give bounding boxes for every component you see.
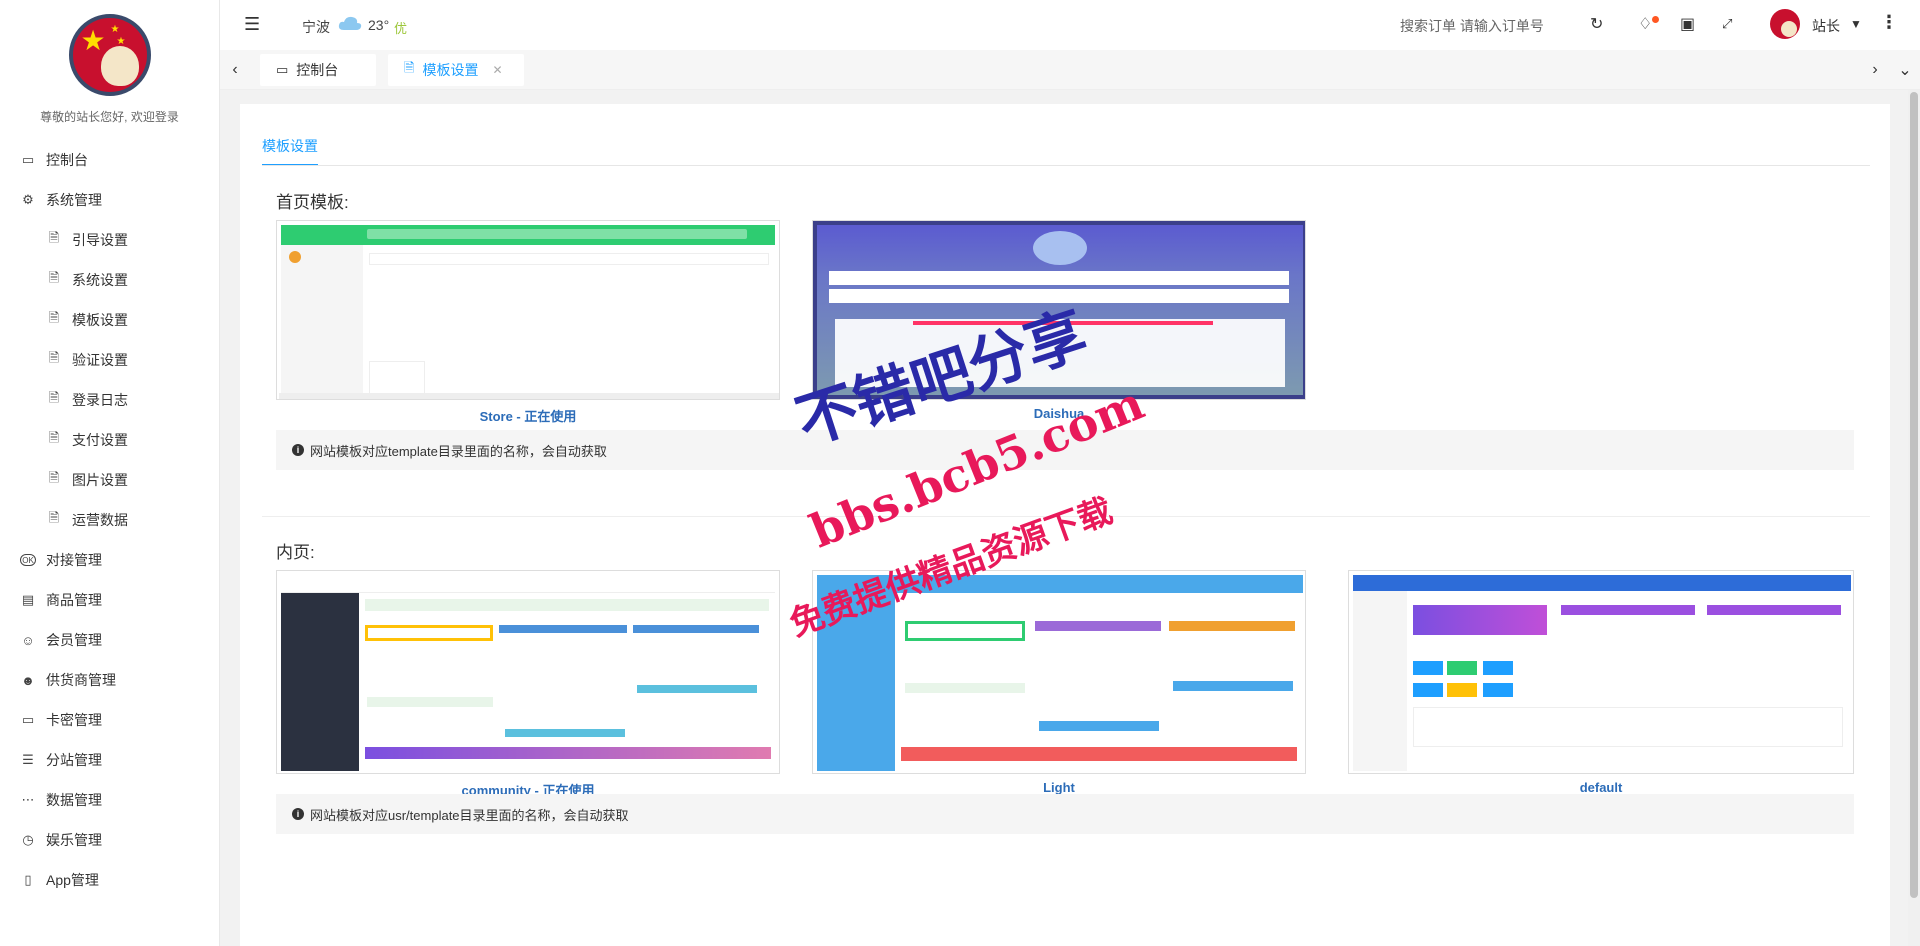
sidebar-item-template-settings[interactable]: 🗎 模板设置	[0, 300, 219, 340]
info-icon: i	[292, 444, 304, 456]
user-icon: ☺	[21, 632, 35, 648]
file-icon: 🗎	[404, 60, 415, 75]
template-label-default: default	[1579, 780, 1623, 795]
weather-city: 宁波	[302, 19, 330, 35]
sidebar-item-login-log[interactable]: 🗎 登录日志	[0, 380, 219, 420]
sidebar-item-cards[interactable]: ▭ 卡密管理	[0, 700, 219, 740]
sidebar-item-members[interactable]: ☺ 会员管理	[0, 620, 219, 660]
menu-fold-icon[interactable]: ☰	[244, 14, 260, 35]
sidebar-item-app[interactable]: ▯ App管理	[0, 860, 219, 900]
monitor-icon: ▭	[276, 62, 289, 77]
dots-icon: ⋯	[21, 792, 35, 807]
template-thumb-store[interactable]	[276, 220, 780, 400]
tab-console[interactable]: ▭ 控制台	[260, 54, 376, 86]
sidebar-item-suppliers[interactable]: ☻ 供货商管理	[0, 660, 219, 700]
sidebar-item-image-settings[interactable]: 🗎 图片设置	[0, 460, 219, 500]
tabs-prev-icon[interactable]: ‹	[220, 50, 250, 90]
file-icon: 🗎	[48, 310, 60, 325]
list-icon: ☰	[22, 752, 34, 767]
content-panel: 模板设置 首页模板: Store - 正在使用 Daishua i 网站模板对应…	[240, 104, 1890, 946]
cloud-icon	[338, 16, 362, 30]
admin-avatar[interactable]: ★ ★ ★	[68, 14, 151, 96]
file-icon: 🗎	[48, 350, 60, 365]
file-icon: 🗎	[48, 390, 60, 405]
tab-template-settings[interactable]: 🗎 模板设置 ✕	[388, 54, 524, 86]
welcome-text: 尊敬的站长您好, 欢迎登录	[40, 110, 179, 124]
ok-badge-icon: OK	[20, 554, 36, 566]
sidebar-menu: ▭ 控制台 ⚙ 系统管理 🗎 引导设置 🗎 系统设置 🗎 模板设置 🗎 验证设置 🗎 登录日志…	[0, 140, 219, 900]
file-icon: 🗎	[48, 510, 60, 525]
sidebar-item-guide-settings[interactable]: 🗎 引导设置	[0, 220, 219, 260]
template-thumb-community[interactable]	[276, 570, 780, 774]
sidebar-item-ops-data[interactable]: 🗎 运营数据	[0, 500, 219, 540]
more-vertical-icon[interactable]: ⋮	[1880, 12, 1898, 33]
close-icon[interactable]: ✕	[492, 63, 502, 77]
file-icon: 🗎	[48, 270, 60, 285]
sidebar-item-system[interactable]: ⚙ 系统管理	[0, 180, 219, 220]
page-scrollbar[interactable]	[1908, 90, 1920, 946]
notification-dot	[1652, 16, 1659, 23]
scrollbar-thumb[interactable]	[1910, 92, 1918, 898]
top-bar: ☰ 宁波 23° 优 搜索订单 请输入订单号 ↻ ♢ ▣ ⤢ 站长 ▼ ⋮	[220, 0, 1920, 50]
template-label-light: Light	[1043, 780, 1075, 795]
sidebar-item-console[interactable]: ▭ 控制台	[0, 140, 219, 180]
sidebar-item-goods[interactable]: ▤ 商品管理	[0, 580, 219, 620]
order-search[interactable]: 搜索订单 请输入订单号	[1400, 16, 1544, 36]
template-thumb-daishua[interactable]	[812, 220, 1306, 400]
template-label-store: Store - 正在使用	[479, 409, 577, 424]
lock-icon[interactable]: ▣	[1680, 14, 1695, 34]
file-icon: 🗎	[48, 470, 60, 485]
dashboard-icon: ◷	[22, 832, 34, 847]
folder-icon: ▭	[21, 712, 35, 727]
fullscreen-icon[interactable]: ⤢	[1722, 16, 1732, 32]
sidebar-item-data[interactable]: ⋯ 数据管理	[0, 780, 219, 820]
weather-aqi: 优	[394, 21, 408, 36]
database-icon: ▤	[21, 592, 35, 607]
monitor-icon: ▭	[21, 152, 35, 167]
sidebar-item-substations[interactable]: ☰ 分站管理	[0, 740, 219, 780]
users-icon: ☻	[21, 672, 35, 688]
home-template-note: i 网站模板对应template目录里面的名称，会自动获取	[276, 430, 1854, 470]
info-icon: i	[292, 808, 304, 820]
file-icon: 🗎	[48, 430, 60, 445]
template-thumb-light[interactable]	[812, 570, 1306, 774]
tabs-next-icon[interactable]: ›	[1860, 50, 1890, 90]
sidebar-item-pay-settings[interactable]: 🗎 支付设置	[0, 420, 219, 460]
gear-icon: ⚙	[22, 192, 34, 207]
refresh-icon[interactable]: ↻	[1590, 14, 1603, 34]
section-divider	[262, 516, 1870, 517]
chevron-down-icon[interactable]: ▼	[1850, 17, 1862, 31]
inner-template-note: i 网站模板对应usr/template目录里面的名称，会自动获取	[276, 794, 1854, 834]
sidebar: ★ ★ ★ 尊敬的站长您好, 欢迎登录 ▭ 控制台 ⚙ 系统管理 🗎 引导设置 🗎 系统…	[0, 0, 220, 946]
inner-template-title: 内页:	[276, 543, 315, 562]
user-name[interactable]: 站长	[1812, 16, 1840, 36]
template-label-daishua: Daishua	[1033, 406, 1085, 421]
content-tab-template-settings[interactable]: 模板设置	[262, 136, 318, 166]
tabs-menu-chevron-icon[interactable]: ⌄	[1890, 50, 1920, 90]
sidebar-item-system-settings[interactable]: 🗎 系统设置	[0, 260, 219, 300]
sidebar-item-docking[interactable]: OK 对接管理	[0, 540, 219, 580]
sidebar-item-verify-settings[interactable]: 🗎 验证设置	[0, 340, 219, 380]
tabs-bar: ‹ ▭ 控制台 🗎 模板设置 ✕ › ⌄	[220, 50, 1920, 90]
user-avatar[interactable]	[1770, 9, 1800, 39]
home-template-title: 首页模板:	[276, 193, 349, 212]
sidebar-item-entertainment[interactable]: ◷ 娱乐管理	[0, 820, 219, 860]
file-icon: 🗎	[48, 230, 60, 245]
template-thumb-default[interactable]	[1348, 570, 1854, 774]
phone-icon: ▯	[24, 872, 32, 887]
bell-icon[interactable]: ♢	[1638, 14, 1652, 34]
weather-temp: 23°	[368, 17, 390, 33]
profile: ★ ★ ★ 尊敬的站长您好, 欢迎登录	[0, 0, 219, 140]
content-tab-underline	[262, 165, 1870, 166]
